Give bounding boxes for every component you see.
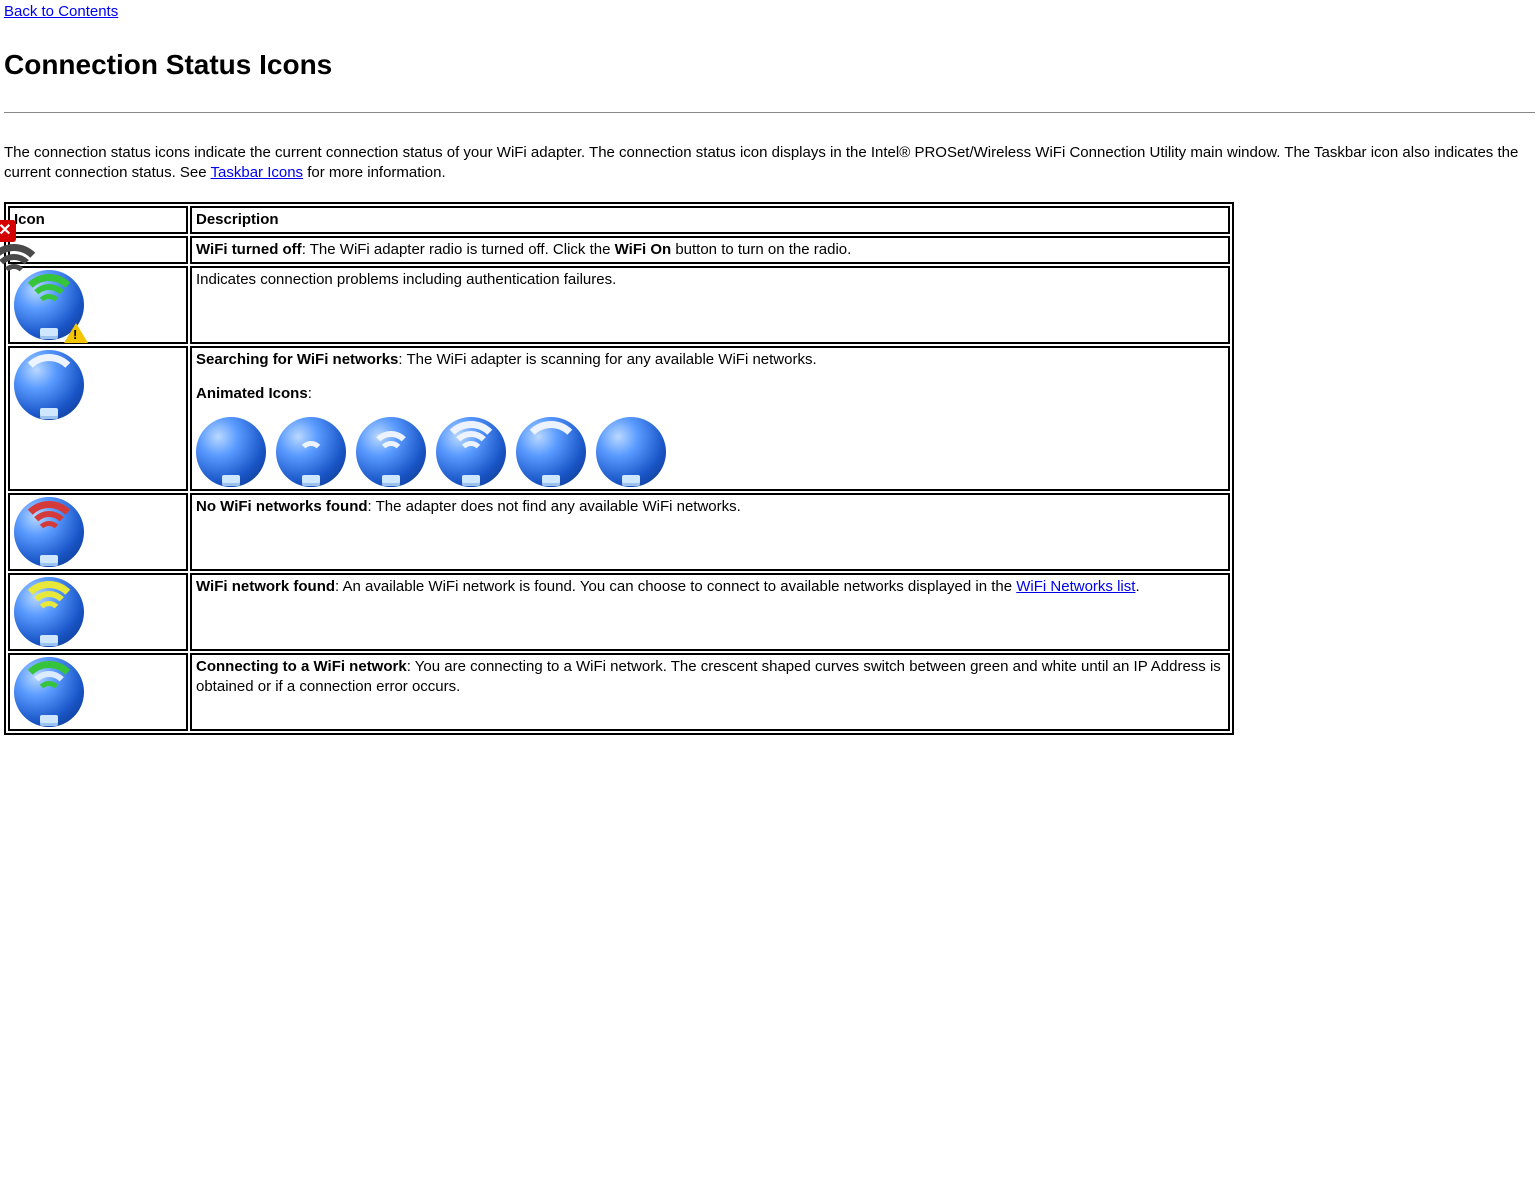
header-icon: Icon — [8, 206, 188, 234]
wifi-connecting-icon — [14, 657, 84, 727]
row-label: WiFi turned off — [196, 241, 302, 258]
icon-cell: ✕ — [8, 236, 188, 264]
table-row: Indicates connection problems including … — [8, 266, 1230, 344]
animated-icons-row — [196, 417, 1224, 487]
description-cell: WiFi turned off: The WiFi adapter radio … — [190, 236, 1230, 264]
wifi-found-icon — [14, 577, 84, 647]
row-sep: : — [407, 658, 415, 675]
anim-frame-2-icon — [276, 417, 346, 487]
warning-badge-icon — [64, 323, 88, 343]
row-desc: The adapter does not find any available … — [376, 498, 741, 515]
wifi-problem-icon — [14, 270, 84, 340]
header-description: Description — [190, 206, 1230, 234]
page-title: Connection Status Icons — [4, 46, 1535, 84]
icon-table: Icon Description ✕ WiFi turned off: The … — [4, 202, 1234, 735]
taskbar-icons-link[interactable]: Taskbar Icons — [211, 164, 304, 181]
row-sep: : — [368, 498, 376, 515]
description-cell: No WiFi networks found: The adapter does… — [190, 493, 1230, 571]
wifi-none-found-icon — [14, 497, 84, 567]
anim-frame-4-icon — [436, 417, 506, 487]
table-row: Connecting to a WiFi network: You are co… — [8, 653, 1230, 731]
table-row: No WiFi networks found: The adapter does… — [8, 493, 1230, 571]
wifi-networks-list-link[interactable]: WiFi Networks list — [1016, 578, 1135, 595]
table-row: ✕ WiFi turned off: The WiFi adapter radi… — [8, 236, 1230, 264]
table-row: Searching for WiFi networks: The WiFi ad… — [8, 346, 1230, 491]
row-label: WiFi network found — [196, 578, 335, 595]
anim-frame-6-icon — [596, 417, 666, 487]
row-label: Connecting to a WiFi network — [196, 658, 407, 675]
description-cell: Indicates connection problems including … — [190, 266, 1230, 344]
table-header-row: Icon Description — [8, 206, 1230, 234]
icon-cell — [8, 653, 188, 731]
wifi-searching-icon — [14, 350, 84, 420]
row-desc-after: button to turn on the radio. — [671, 241, 851, 258]
icon-cell — [8, 493, 188, 571]
description-cell: WiFi network found: An available WiFi ne… — [190, 573, 1230, 651]
row-label: Searching for WiFi networks — [196, 351, 398, 368]
animated-icons-label: Animated Icons — [196, 385, 308, 402]
x-badge-icon: ✕ — [0, 220, 16, 242]
animated-icons-sep: : — [308, 385, 312, 402]
row-plain: Indicates connection problems including … — [196, 271, 616, 288]
icon-cell — [8, 266, 188, 344]
divider — [4, 112, 1535, 113]
wifi-on-inline: WiFi On — [615, 241, 672, 258]
icon-cell — [8, 573, 188, 651]
row-desc: The WiFi adapter is scanning for any ava… — [406, 351, 816, 368]
row-label: No WiFi networks found — [196, 498, 368, 515]
row-desc-before: An available WiFi network is found. You … — [343, 578, 1017, 595]
row-sep: : — [335, 578, 343, 595]
anim-frame-5-icon — [516, 417, 586, 487]
table-row: WiFi network found: An available WiFi ne… — [8, 573, 1230, 651]
icon-cell — [8, 346, 188, 491]
anim-frame-1-icon — [196, 417, 266, 487]
row-sep: : — [302, 241, 310, 258]
intro-text-after: for more information. — [303, 164, 446, 181]
intro-paragraph: The connection status icons indicate the… — [4, 143, 1535, 184]
row-desc-after: . — [1135, 578, 1139, 595]
row-desc-before: The WiFi adapter radio is turned off. Cl… — [310, 241, 615, 258]
anim-frame-3-icon — [356, 417, 426, 487]
description-cell: Connecting to a WiFi network: You are co… — [190, 653, 1230, 731]
back-to-contents-link[interactable]: Back to Contents — [4, 3, 118, 20]
description-cell: Searching for WiFi networks: The WiFi ad… — [190, 346, 1230, 491]
